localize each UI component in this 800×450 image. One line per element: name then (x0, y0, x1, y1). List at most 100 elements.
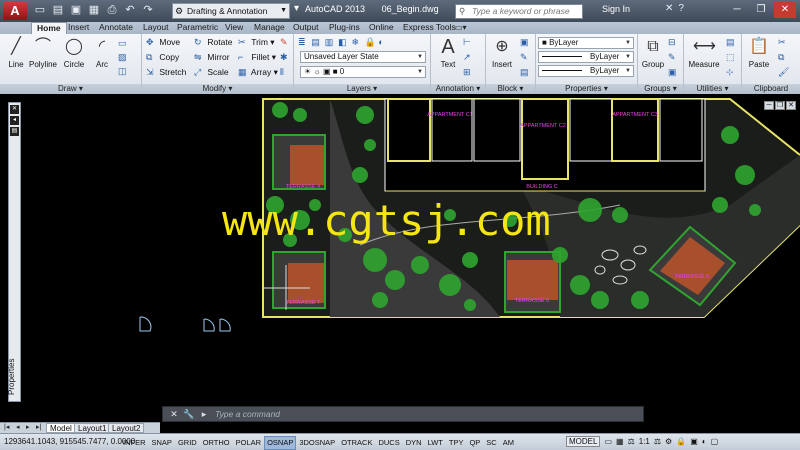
color-dropdown[interactable]: ■ ByLayer ▼ (538, 37, 634, 49)
tab-layout1[interactable]: Layout1 (74, 423, 111, 433)
select-all-tool[interactable]: ⬚ (726, 51, 737, 63)
search-input[interactable]: ⚲ Type a keyword or phrase (455, 4, 583, 19)
layer-lock-icon[interactable]: 🔒 (365, 36, 376, 48)
attribute-tool[interactable]: ▤ (520, 66, 531, 78)
dimension-tool[interactable]: ⊢ (463, 36, 474, 48)
workspace-dropdown[interactable]: Drafting & Annotation ▼ (172, 3, 290, 19)
edit-block-tool[interactable]: ✎ (520, 51, 531, 63)
groups-panel-title[interactable]: Groups ▾ (638, 84, 683, 94)
toggle-grid[interactable]: GRID (175, 436, 200, 450)
toggle-tpy[interactable]: TPY (446, 436, 467, 450)
layer-properties-icon[interactable]: ≣ (298, 36, 309, 48)
rectangle-tool[interactable]: ▭ (118, 37, 129, 49)
open-icon[interactable]: ▤ (50, 3, 66, 18)
quick-view-drawings-icon[interactable]: ▦ (616, 437, 624, 446)
redo-icon[interactable]: ↷ (140, 3, 156, 18)
rotate-tool[interactable]: ↻ Rotate (194, 36, 232, 48)
stretch-tool[interactable]: ⇲ Stretch (146, 66, 186, 78)
tab-insert[interactable]: Insert (68, 22, 89, 34)
minimize-button[interactable]: ─ (726, 2, 748, 18)
undo-icon[interactable]: ↶ (122, 3, 138, 18)
measure-tool[interactable]: ⟷ Measure (684, 36, 724, 69)
group-edit-tool[interactable]: ✎ (668, 51, 679, 63)
layer-walk-icon[interactable]: ▥ (325, 36, 336, 48)
offset-tool[interactable]: ⫴ (280, 66, 291, 78)
close-icon[interactable]: ✕ (169, 409, 179, 419)
tab-model[interactable]: Model (46, 423, 76, 433)
properties-panel-title[interactable]: Properties ▾ (536, 84, 637, 94)
toggle-otrack[interactable]: OTRACK (338, 436, 375, 450)
toggle-lwt[interactable]: LWT (425, 436, 446, 450)
tab-layout2[interactable]: Layout2 (108, 423, 145, 433)
isolate-objects-icon[interactable]: ◐ (702, 437, 707, 446)
ungroup-tool[interactable]: ⊟ (668, 36, 679, 48)
annotation-scale-value[interactable]: 1:1 (639, 437, 650, 446)
tab-online[interactable]: Online (369, 22, 394, 34)
model-space-button[interactable]: MODEL (566, 436, 601, 447)
toggle-infer[interactable]: INFER (120, 436, 149, 450)
close-button[interactable]: ✕ (774, 2, 796, 18)
first-tab-icon[interactable]: |◂ (4, 423, 9, 431)
text-tool[interactable]: A Text (433, 36, 463, 69)
tab-home[interactable]: Home (31, 22, 67, 34)
move-tool[interactable]: ✥ Move (146, 36, 180, 48)
prev-tab-icon[interactable]: ◂ (16, 423, 20, 431)
qat-dropdown-icon[interactable]: ▾ (294, 3, 299, 14)
polyline-tool[interactable]: ⌒ Polyline (28, 36, 58, 69)
quick-view-layouts-icon[interactable]: ▭ (604, 437, 612, 446)
modify-panel-title[interactable]: Modify ▾ (142, 84, 293, 94)
viewport-close-button[interactable]: ✕ (786, 101, 796, 110)
leader-tool[interactable]: ↗ (463, 51, 474, 63)
region-tool[interactable]: ◫ (118, 65, 129, 77)
tab-output[interactable]: Output (293, 22, 319, 34)
viewport-restore-button[interactable]: ❐ (775, 101, 785, 110)
linetype-dropdown[interactable]: ByLayer ▼ (538, 51, 634, 63)
properties-palette[interactable]: ✕ ◂ ▤ Properties (7, 102, 21, 402)
copy-clip-tool[interactable]: ⧉ (778, 51, 789, 63)
restore-button[interactable]: ❐ (750, 2, 772, 18)
toggle-ortho[interactable]: ORTHO (200, 436, 233, 450)
save-as-icon[interactable]: ▦ (86, 3, 102, 18)
palette-menu-icon[interactable]: ▤ (10, 127, 19, 136)
ribbon-minimize-icon[interactable]: ▭▾ (455, 23, 467, 32)
application-menu-button[interactable]: A (3, 2, 27, 20)
arc-tool[interactable]: ◜ Arc (87, 36, 117, 69)
hardware-acceleration-icon[interactable]: ▣ (690, 437, 698, 446)
coordinates-readout[interactable]: 1293641.1043, 915545.7477, 0.0000 (4, 437, 135, 446)
group-tool[interactable]: ⧉ Group (638, 36, 668, 69)
match-properties-tool[interactable]: 🖌 (778, 66, 789, 78)
hatch-tool[interactable]: ▨ (118, 51, 129, 63)
toggle-polar[interactable]: POLAR (233, 436, 264, 450)
group-select-tool[interactable]: ▣ (668, 66, 679, 78)
tab-layout[interactable]: Layout (143, 22, 169, 34)
toggle-dyn[interactable]: DYN (403, 436, 425, 450)
layer-off-icon[interactable]: ◐ (378, 36, 389, 48)
prompt-icon[interactable]: ▸ (199, 409, 209, 419)
toggle-snap[interactable]: SNAP (149, 436, 175, 450)
tab-express-tools[interactable]: Express Tools (403, 22, 456, 34)
toggle-osnap[interactable]: OSNAP (264, 436, 297, 450)
erase-tool[interactable]: ✎ (280, 36, 291, 48)
next-tab-icon[interactable]: ▸ (26, 423, 30, 431)
autohide-icon[interactable]: ◂ (10, 116, 19, 125)
close-icon[interactable]: ✕ (10, 105, 19, 114)
new-icon[interactable]: ▭ (32, 3, 48, 18)
drawing-canvas[interactable]: APPARTMENT C1 APPARTMENT C2 APPARTMENT C… (0, 95, 800, 422)
tab-parametric[interactable]: Parametric (177, 22, 218, 34)
tab-plugins[interactable]: Plug-ins (329, 22, 360, 34)
layer-state-dropdown[interactable]: Unsaved Layer State ▼ (300, 51, 426, 63)
toggle-sc[interactable]: SC (483, 436, 499, 450)
annotation-visibility-icon[interactable]: ⚖ (654, 437, 661, 446)
lock-icon[interactable]: 🔒 (676, 437, 686, 446)
layer-freeze-icon[interactable]: ❄ (352, 36, 363, 48)
array-tool[interactable]: ▦ Array ▾ (238, 66, 278, 78)
sign-in-button[interactable]: Sign In (590, 4, 630, 14)
toggle-3dosnap[interactable]: 3DOSNAP (296, 436, 338, 450)
line-tool[interactable]: ╱ Line (1, 36, 31, 69)
mirror-tool[interactable]: ⇋ Mirror (194, 51, 230, 63)
clean-screen-icon[interactable]: ▢ (711, 437, 719, 446)
utilities-panel-title[interactable]: Utilities ▾ (684, 84, 741, 94)
draw-panel-title[interactable]: Draw ▾ (0, 84, 141, 94)
fillet-tool[interactable]: ⌐ Fillet ▾ (238, 51, 276, 63)
tab-manage[interactable]: Manage (254, 22, 285, 34)
